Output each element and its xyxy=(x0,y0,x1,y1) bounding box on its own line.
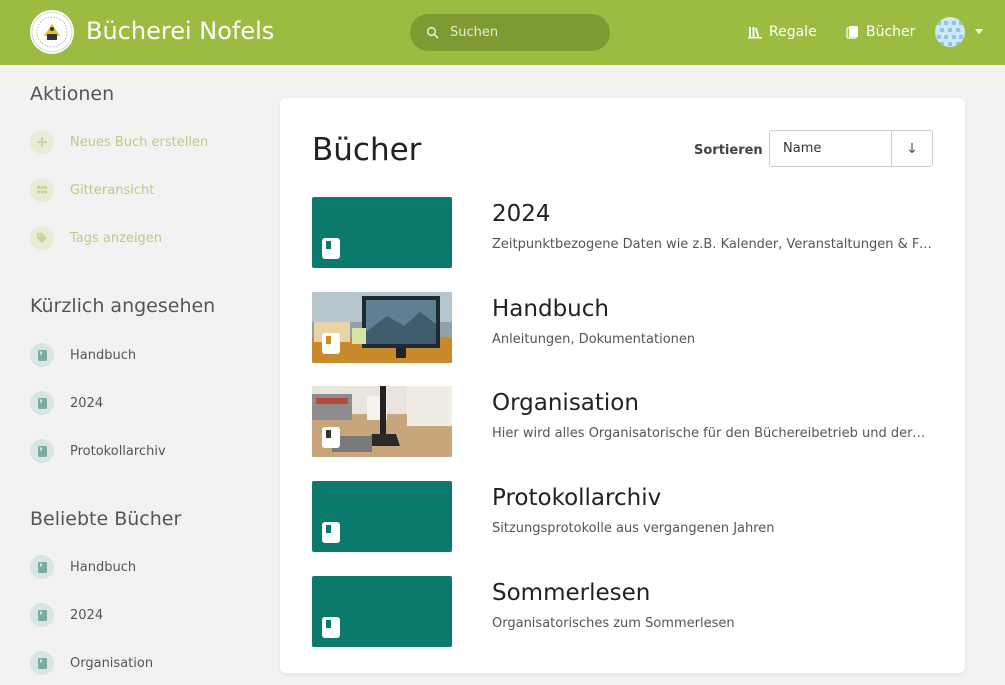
action-new-book-label: Neues Buch erstellen xyxy=(70,134,209,150)
shelves-icon xyxy=(748,27,762,39)
book-description: Hier wird alles Organisatorische für den… xyxy=(492,426,932,441)
nav-buecher[interactable]: Bücher xyxy=(846,22,915,42)
action-show-tags[interactable]: Tags anzeigen xyxy=(30,225,162,251)
sort-select[interactable]: Name xyxy=(769,130,892,167)
app-title[interactable]: Bücherei Nofels xyxy=(86,17,274,45)
tag-icon xyxy=(30,226,54,250)
book-description: Zeitpunktbezogene Daten wie z.B. Kalende… xyxy=(492,237,932,252)
book-icon xyxy=(30,439,54,463)
books-icon xyxy=(846,26,858,39)
book-row-handbuch[interactable]: Handbuch Anleitungen, Dokumentationen xyxy=(312,292,937,363)
recent-item-label: 2024 xyxy=(70,395,104,411)
recent-item-label: Protokollarchiv xyxy=(70,443,166,459)
book-cover xyxy=(312,197,452,268)
nav-buecher-label: Bücher xyxy=(866,24,916,40)
book-cover-photo xyxy=(312,386,452,457)
books-card: Bücher Sortieren Name ↓ 2024 Zeitpunktbe… xyxy=(280,98,965,673)
popular-item-handbuch[interactable]: Handbuch xyxy=(30,554,136,580)
nav-regale[interactable]: Regale xyxy=(748,22,817,42)
book-cover xyxy=(312,481,452,552)
book-row-protokollarchiv[interactable]: Protokollarchiv Sitzungsprotokolle aus v… xyxy=(312,481,937,552)
avatar-image xyxy=(935,17,965,47)
top-header: Bücherei Nofels Regale Bücher xyxy=(0,0,1005,65)
book-description: Anleitungen, Dokumentationen xyxy=(492,332,696,347)
bookmark-icon xyxy=(322,427,340,448)
book-title[interactable]: Handbuch xyxy=(492,296,609,322)
bookmark-icon xyxy=(322,333,340,354)
recent-item-2024[interactable]: 2024 xyxy=(30,390,103,416)
action-new-book[interactable]: Neues Buch erstellen xyxy=(30,129,208,155)
book-icon xyxy=(30,651,54,675)
actions-heading: Aktionen xyxy=(30,83,115,105)
popular-item-label: Handbuch xyxy=(70,559,137,575)
plus-icon xyxy=(30,130,54,154)
search-icon xyxy=(426,26,439,39)
search-box[interactable] xyxy=(410,14,610,51)
popular-item-organisation[interactable]: Organisation xyxy=(30,650,153,676)
popular-item-label: 2024 xyxy=(70,607,104,623)
logo-emblem xyxy=(31,11,73,53)
logo[interactable] xyxy=(30,10,74,54)
book-description: Sitzungsprotokolle aus vergangenen Jahre… xyxy=(492,521,775,536)
sort-direction-button[interactable]: ↓ xyxy=(891,130,933,167)
bookmark-icon xyxy=(322,522,340,543)
book-cover-photo xyxy=(312,292,452,363)
recent-item-protokollarchiv[interactable]: Protokollarchiv xyxy=(30,438,166,464)
book-icon xyxy=(30,391,54,415)
action-show-tags-label: Tags anzeigen xyxy=(70,230,163,246)
book-icon xyxy=(30,555,54,579)
book-description: Organisatorisches zum Sommerlesen xyxy=(492,616,735,631)
recent-item-label: Handbuch xyxy=(70,347,137,363)
book-row-organisation[interactable]: Organisation Hier wird alles Organisator… xyxy=(312,386,937,457)
nav-regale-label: Regale xyxy=(769,24,817,40)
popular-item-2024[interactable]: 2024 xyxy=(30,602,103,628)
book-title[interactable]: Sommerlesen xyxy=(492,580,650,606)
bookmark-icon xyxy=(322,238,340,259)
book-cover xyxy=(312,576,452,647)
bookmark-icon xyxy=(322,617,340,638)
popular-heading: Beliebte Bücher xyxy=(30,508,182,530)
user-menu-caret-icon[interactable] xyxy=(975,29,983,34)
page-title: Bücher xyxy=(312,132,422,168)
book-title[interactable]: Organisation xyxy=(492,390,639,416)
action-grid-view[interactable]: Gitteransicht xyxy=(30,177,154,203)
book-title[interactable]: 2024 xyxy=(492,201,551,227)
action-grid-view-label: Gitteransicht xyxy=(70,182,155,198)
search-input[interactable] xyxy=(450,25,590,40)
recent-item-handbuch[interactable]: Handbuch xyxy=(30,342,136,368)
book-icon xyxy=(30,343,54,367)
grid-icon xyxy=(30,178,54,202)
sort-label: Sortieren xyxy=(694,143,763,158)
book-title[interactable]: Protokollarchiv xyxy=(492,485,661,511)
book-row-sommerlesen[interactable]: Sommerlesen Organisatorisches zum Sommer… xyxy=(312,576,937,647)
book-row-2024[interactable]: 2024 Zeitpunktbezogene Daten wie z.B. Ka… xyxy=(312,197,937,268)
user-avatar[interactable] xyxy=(935,17,965,47)
recent-heading: Kürzlich angesehen xyxy=(30,295,216,317)
popular-item-label: Organisation xyxy=(70,655,154,671)
book-icon xyxy=(30,603,54,627)
